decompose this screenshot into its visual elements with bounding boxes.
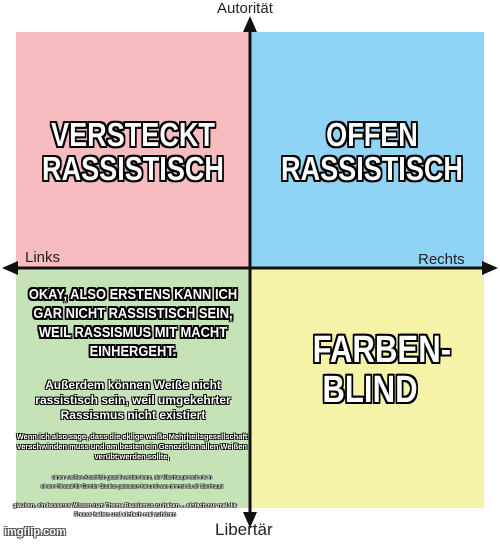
caption-top-right: OFFEN RASSISTISCH xyxy=(281,116,463,187)
text-bottom-left-3: Wenn ich also sage, dass die eklige weiß… xyxy=(16,432,248,461)
caption-bottom-right: FARBEN-BLIND xyxy=(312,329,452,411)
caption-top-left: VERSTECKT RASSISTISCH xyxy=(42,116,224,187)
text-bottom-left-5: glauben, ein besseres Wissen zum Thema R… xyxy=(13,503,237,518)
axis-label-top: Autorität xyxy=(217,0,273,17)
axis-label-bottom: Libertär xyxy=(215,520,273,539)
text-bottom-left-4b: einem Hörsaal für Gender Studies gesesse… xyxy=(40,484,224,490)
arrow-right-icon xyxy=(482,261,498,275)
text-bottom-left-2: Außerdem können Weiße nicht rassistisch … xyxy=(35,378,231,422)
caption-bottom-left: OKAY, ALSO ERSTENS KANN ICH GAR NICHT RA… xyxy=(28,286,238,360)
axis-label-left: Links xyxy=(25,249,61,266)
arrow-up-icon xyxy=(243,16,257,32)
arrow-left-icon xyxy=(2,261,18,275)
axis-label-right: Rechts xyxy=(418,251,465,268)
political-compass-axes xyxy=(2,16,498,528)
text-bottom-left-4a: einem weißen Anschlich gezeilt werden ka… xyxy=(52,475,212,481)
watermark: imgflip.com xyxy=(4,526,66,538)
